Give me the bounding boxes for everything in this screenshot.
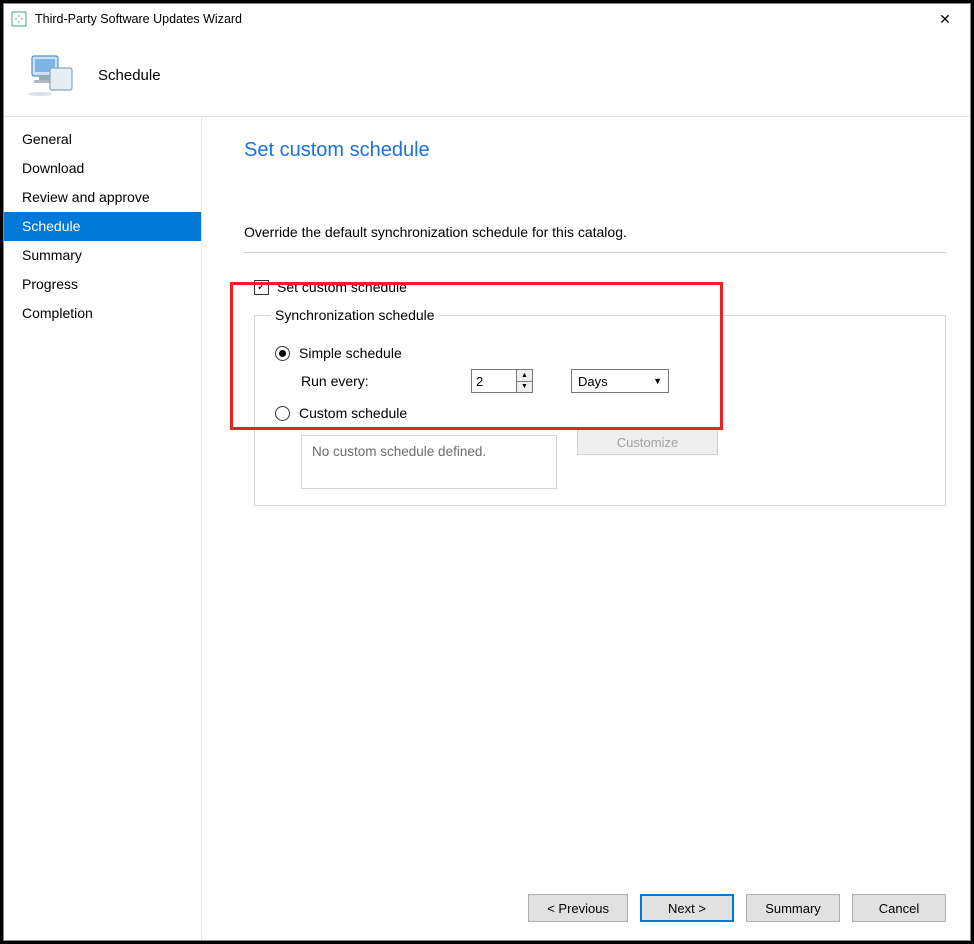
run-every-row: Run every: ▲ ▼ Days ▼ [301, 369, 929, 393]
custom-schedule-row: No custom schedule defined. Customize [271, 429, 929, 489]
divider [244, 252, 946, 253]
summary-button[interactable]: Summary [746, 894, 840, 922]
spinner-up-icon[interactable]: ▲ [517, 370, 532, 381]
simple-schedule-radio[interactable]: Simple schedule [275, 345, 929, 361]
sidebar-item-completion[interactable]: Completion [4, 299, 201, 328]
next-button[interactable]: Next > [640, 894, 734, 922]
radio-icon [275, 406, 290, 421]
radio-label: Simple schedule [299, 345, 402, 361]
synchronization-schedule-group: Synchronization schedule Simple schedule… [254, 307, 946, 506]
chevron-down-icon: ▼ [653, 376, 662, 386]
app-icon [11, 11, 27, 27]
header-title: Schedule [98, 67, 161, 84]
body: General Download Review and approve Sche… [4, 116, 970, 940]
sidebar-item-progress[interactable]: Progress [4, 270, 201, 299]
previous-button[interactable]: < Previous [528, 894, 628, 922]
header-area: Schedule [4, 34, 970, 116]
custom-schedule-radio[interactable]: Custom schedule [275, 405, 929, 421]
customize-button: Customize [577, 429, 718, 455]
spinner-down-icon[interactable]: ▼ [517, 381, 532, 393]
main-panel: Set custom schedule Override the default… [202, 117, 970, 940]
run-every-spinner[interactable]: ▲ ▼ [471, 369, 533, 393]
run-every-unit-select[interactable]: Days ▼ [571, 369, 669, 393]
schedule-icon [26, 52, 76, 98]
select-value: Days [578, 374, 608, 389]
titlebar: Third-Party Software Updates Wizard ✕ [4, 4, 970, 34]
close-button[interactable]: ✕ [927, 4, 963, 34]
radio-icon [275, 346, 290, 361]
group-legend: Synchronization schedule [271, 307, 439, 323]
wizard-steps-sidebar: General Download Review and approve Sche… [4, 117, 202, 940]
page-title: Set custom schedule [244, 139, 946, 162]
sidebar-item-review[interactable]: Review and approve [4, 183, 201, 212]
checkbox-icon: ✓ [254, 280, 269, 295]
instruction-text: Override the default synchronization sch… [244, 224, 946, 240]
set-custom-schedule-checkbox[interactable]: ✓ Set custom schedule [254, 279, 946, 295]
spinner-buttons: ▲ ▼ [516, 370, 532, 392]
run-every-input[interactable] [472, 370, 516, 392]
sidebar-item-schedule[interactable]: Schedule [4, 212, 201, 241]
run-every-label: Run every: [301, 373, 471, 389]
cancel-button[interactable]: Cancel [852, 894, 946, 922]
wizard-window: Third-Party Software Updates Wizard ✕ Sc… [3, 3, 971, 941]
sidebar-item-summary[interactable]: Summary [4, 241, 201, 270]
footer-buttons: < Previous Next > Summary Cancel [244, 876, 946, 922]
sidebar-item-general[interactable]: General [4, 125, 201, 154]
window-title: Third-Party Software Updates Wizard [35, 12, 927, 26]
custom-schedule-display: No custom schedule defined. [301, 435, 557, 489]
sidebar-item-download[interactable]: Download [4, 154, 201, 183]
checkbox-label: Set custom schedule [277, 279, 407, 295]
radio-label: Custom schedule [299, 405, 407, 421]
